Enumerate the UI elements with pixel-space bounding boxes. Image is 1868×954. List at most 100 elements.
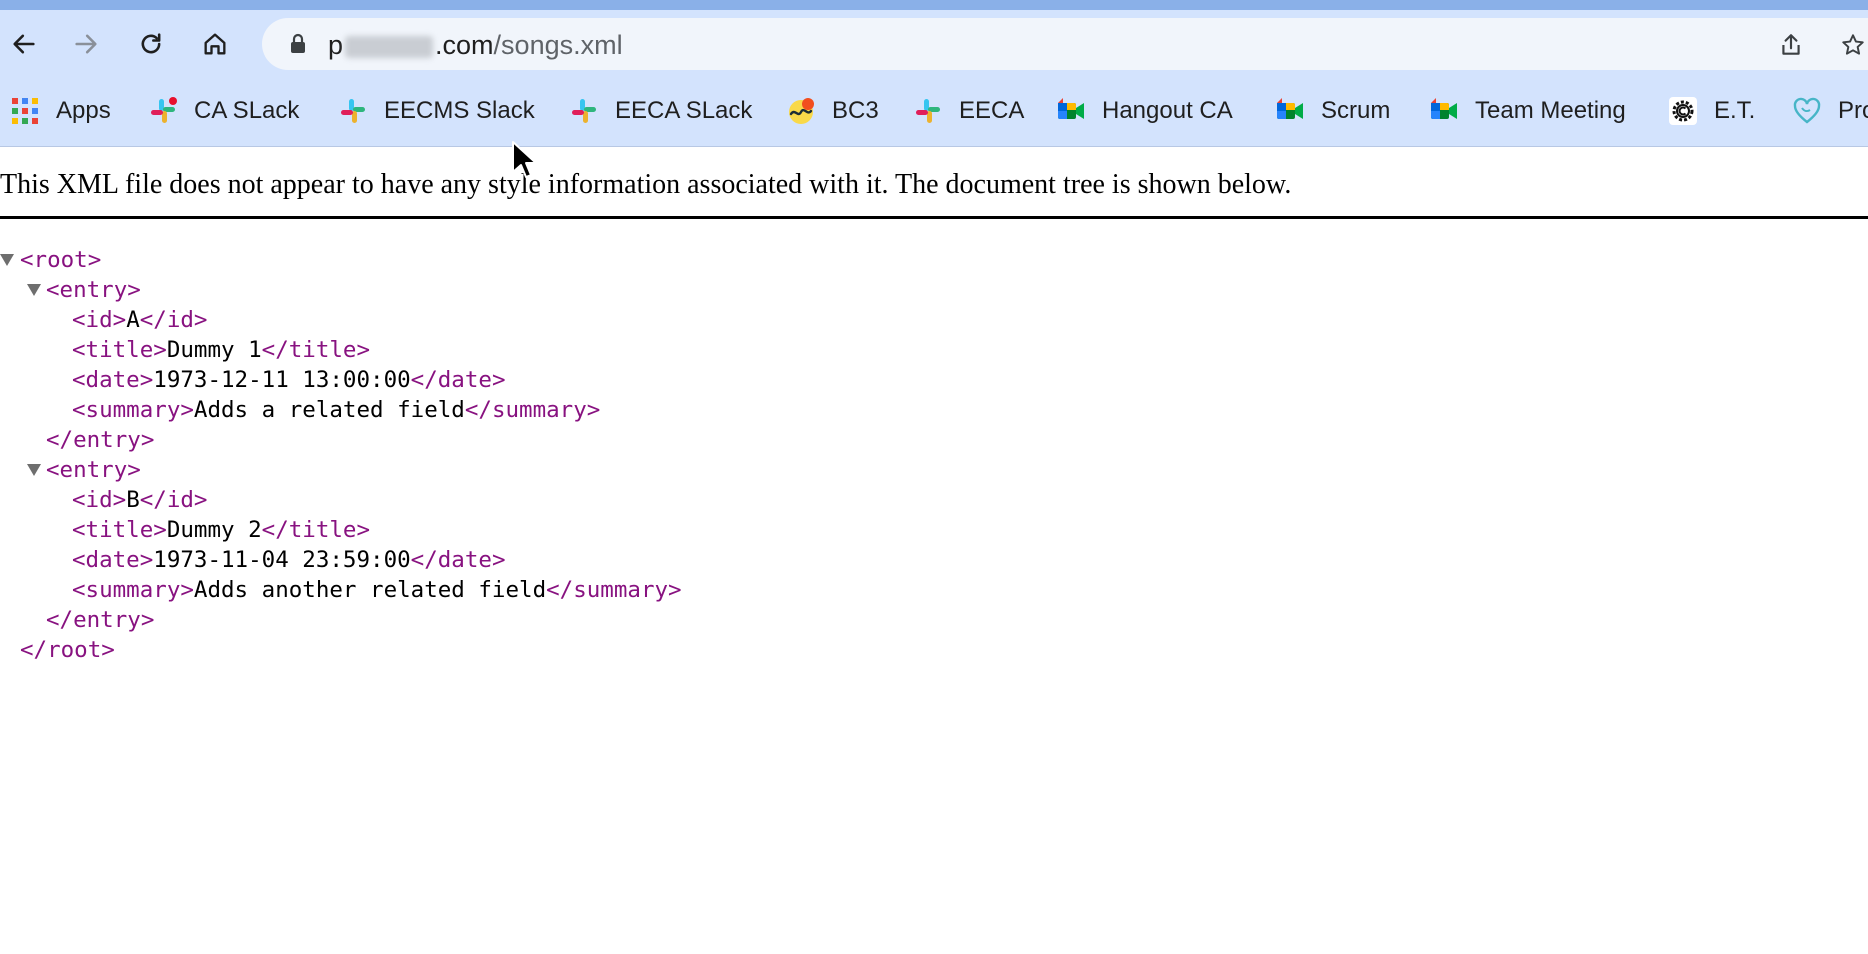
url-redacted-host	[345, 35, 434, 58]
lock-icon[interactable]	[286, 32, 310, 56]
xml-tag: <title>	[72, 337, 167, 363]
xml-tag: </date>	[410, 367, 506, 393]
bookmark-label: E.T.	[1714, 97, 1756, 124]
xml-tag: <date>	[72, 547, 154, 573]
url-text[interactable]: p .com/songs.xml	[328, 30, 623, 61]
xml-tag: </root>	[20, 637, 115, 663]
xml-tag: </summary>	[464, 397, 601, 423]
url-path: /songs.xml	[493, 30, 623, 60]
xml-entry-open-line: <entry>	[0, 275, 682, 305]
collapse-triangle-icon[interactable]	[27, 284, 41, 296]
bookmark-team-meeting[interactable]: Team Meeting	[1429, 94, 1626, 128]
slack-icon	[572, 99, 596, 123]
star-bookmark-icon[interactable]	[1840, 32, 1866, 58]
forward-arrow-icon	[75, 34, 97, 54]
xml-tag: <entry>	[46, 457, 141, 483]
xml-field-line: <id>A</id>	[0, 305, 682, 335]
apps-grid-icon	[12, 98, 38, 124]
xml-style-notice: This XML file does not appear to have an…	[0, 147, 1868, 219]
xml-tag: <summary>	[72, 397, 194, 423]
xml-root-close-line: </root>	[0, 635, 682, 665]
forward-button[interactable]	[68, 26, 104, 62]
xml-tag: <summary>	[72, 577, 194, 603]
bookmark-ca-slack[interactable]: CA SLack	[148, 94, 299, 128]
xml-field-line: <title>Dummy 1</title>	[0, 335, 682, 365]
reload-icon	[141, 33, 161, 54]
bookmark-label: Team Meeting	[1475, 97, 1626, 124]
bookmark-eeca-slack[interactable]: EECA SLack	[569, 94, 752, 128]
bookmark-label: BC3	[832, 97, 879, 124]
xml-field-line: <date>1973-11-04 23:59:00</date>	[0, 545, 682, 575]
xml-document-tree: <root> <entry> <id>A</id> <title>Dummy 1…	[0, 245, 682, 665]
back-arrow-icon	[13, 34, 35, 54]
xml-value: A	[126, 307, 140, 333]
url-domain-suffix: .com	[435, 30, 494, 60]
bookmark-label: Pro	[1838, 97, 1868, 124]
slack-icon	[916, 99, 940, 123]
xml-tag: <id>	[72, 487, 127, 513]
xml-tag: </summary>	[546, 577, 682, 603]
bookmark-label: CA SLack	[194, 97, 300, 124]
xml-field-line: <title>Dummy 2</title>	[0, 515, 682, 545]
bookmark-bc3[interactable]: BC3	[786, 94, 879, 128]
xml-entry-close-line: </entry>	[0, 425, 682, 455]
xml-tag: <id>	[72, 307, 127, 333]
xml-field-line: <date>1973-12-11 13:00:00</date>	[0, 365, 682, 395]
xml-value: Adds another related field	[193, 577, 547, 603]
collapse-triangle-icon[interactable]	[27, 464, 41, 476]
home-button[interactable]	[197, 26, 233, 62]
xml-tag: </id>	[139, 487, 208, 513]
share-icon[interactable]	[1778, 32, 1804, 58]
heart-logo-icon	[1793, 97, 1821, 124]
xml-tag: </id>	[139, 307, 208, 333]
google-meet-icon	[1277, 98, 1303, 119]
window-top-strip	[0, 0, 1868, 10]
reload-button[interactable]	[133, 26, 169, 62]
bookmark-eeca[interactable]: EECA	[913, 94, 1024, 128]
xml-value: Adds a related field	[193, 397, 465, 423]
xml-tag: </title>	[261, 337, 371, 363]
url-prefix: p	[328, 30, 344, 60]
bookmark-label: EECA SLack	[615, 97, 753, 124]
bookmark-label: Scrum	[1321, 97, 1391, 124]
google-meet-icon	[1058, 98, 1084, 119]
bookmark-label: Apps	[56, 97, 111, 124]
xml-tag: </date>	[410, 547, 506, 573]
bookmark-label: Hangout CA	[1102, 97, 1233, 124]
collapse-triangle-icon[interactable]	[0, 254, 14, 266]
xml-field-line: <summary>Adds another related field</sum…	[0, 575, 682, 605]
slack-icon	[151, 97, 177, 123]
xml-value: 1973-11-04 23:59:00	[153, 547, 411, 573]
xml-value: Dummy 2	[166, 517, 262, 543]
xml-root-open-line: <root>	[0, 245, 682, 275]
bookmarks-bar: Apps CA SLack EECMS Slack EECA SLack BC3	[0, 76, 1868, 147]
xml-tag: <root>	[20, 247, 102, 273]
back-button[interactable]	[6, 26, 42, 62]
bookmark-label: EECMS Slack	[384, 97, 535, 124]
basecamp-icon	[789, 98, 814, 124]
xml-value: Dummy 1	[166, 337, 262, 363]
bookmark-hangout-ca[interactable]: Hangout CA	[1056, 94, 1233, 128]
xml-tag: <entry>	[46, 277, 141, 303]
browser-toolbar: p .com/songs.xml	[0, 10, 1868, 76]
address-bar[interactable]: p .com/songs.xml	[262, 18, 1868, 70]
bookmark-apps[interactable]: Apps	[10, 94, 111, 128]
bookmark-et[interactable]: E.T.	[1668, 94, 1755, 128]
xml-tag: </title>	[261, 517, 371, 543]
xml-value: B	[126, 487, 140, 513]
slack-icon	[341, 99, 365, 123]
home-icon	[204, 33, 226, 55]
mouse-cursor-icon	[512, 141, 537, 178]
xml-tag: <date>	[72, 367, 154, 393]
xml-entry-open-line: <entry>	[0, 455, 682, 485]
bookmark-eecms-slack[interactable]: EECMS Slack	[338, 94, 535, 128]
xml-value: 1973-12-11 13:00:00	[153, 367, 411, 393]
gear-logo-icon	[1669, 97, 1697, 125]
xml-tag: <title>	[72, 517, 167, 543]
bookmark-pro[interactable]: Pro	[1792, 94, 1868, 128]
xml-tag: </entry>	[46, 607, 155, 633]
xml-field-line: <id>B</id>	[0, 485, 682, 515]
xml-tag: </entry>	[46, 427, 155, 453]
xml-viewer: This XML file does not appear to have an…	[0, 147, 1868, 954]
bookmark-scrum[interactable]: Scrum	[1275, 94, 1390, 128]
